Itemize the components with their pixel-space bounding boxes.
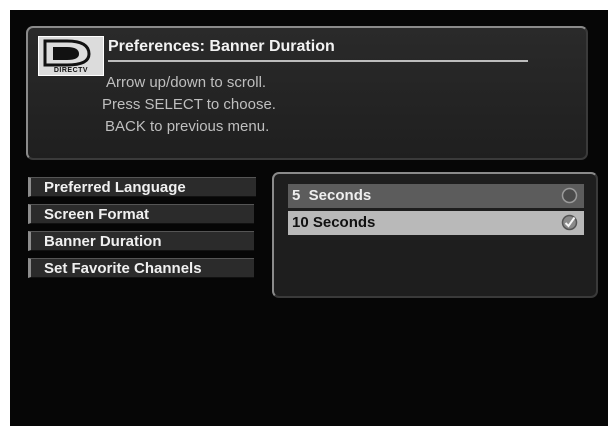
menu-item-screen-format[interactable]: Screen Format xyxy=(28,204,254,224)
check-circle-icon xyxy=(561,214,578,231)
options-panel: 5 Seconds 10 Seconds xyxy=(272,172,598,298)
menu-item-set-favorite-channels[interactable]: Set Favorite Channels xyxy=(28,258,254,278)
menu-item-label: Set Favorite Channels xyxy=(44,260,202,277)
directv-logo-mark-icon xyxy=(43,39,91,67)
directv-logo: DIRECTV xyxy=(38,36,104,76)
title-divider xyxy=(108,60,528,62)
instruction-select: Press SELECT to choose. xyxy=(102,96,276,113)
option-5-seconds[interactable]: 5 Seconds xyxy=(288,184,584,208)
instruction-scroll: Arrow up/down to scroll. xyxy=(106,74,267,91)
menu-item-banner-duration[interactable]: Banner Duration xyxy=(28,231,254,251)
page-title: Preferences: Banner Duration xyxy=(108,38,335,55)
menu-item-preferred-language[interactable]: Preferred Language xyxy=(28,177,256,197)
logo-text: DIRECTV xyxy=(53,67,89,74)
option-label: 10 Seconds xyxy=(292,214,376,231)
menu-item-label: Banner Duration xyxy=(44,233,162,250)
instruction-back: BACK to previous menu. xyxy=(105,118,270,135)
option-label: 5 Seconds xyxy=(292,187,372,204)
option-10-seconds[interactable]: 10 Seconds xyxy=(288,211,584,235)
menu-item-label: Preferred Language xyxy=(44,179,186,196)
radio-empty-icon xyxy=(561,187,578,204)
header-panel: DIRECTV Preferences: Banner Duration Arr… xyxy=(26,26,588,160)
menu-item-label: Screen Format xyxy=(44,206,150,223)
